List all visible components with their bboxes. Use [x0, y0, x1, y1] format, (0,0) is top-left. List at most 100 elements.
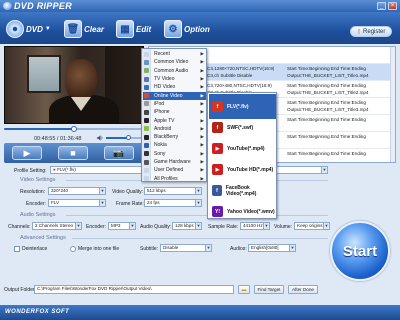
merge-radio[interactable] — [70, 246, 76, 252]
title-output-name: Output:THE_BUCKET_LIST_Title1.mp4 — [287, 73, 369, 78]
seek-handle[interactable] — [71, 126, 77, 132]
seek-bar[interactable] — [4, 126, 144, 132]
menu-item[interactable]: BlackBerry ▶ — [143, 133, 206, 141]
chevron-right-icon: ▶ — [200, 84, 204, 90]
stop-icon: ■ — [70, 148, 76, 158]
start-button[interactable]: Start — [330, 221, 390, 281]
category-icon — [144, 151, 149, 157]
volume-level — [106, 137, 128, 139]
menu-item[interactable]: iPhone ▶ — [143, 108, 206, 116]
menu-item-label: Game Hardware — [154, 159, 191, 166]
edit-button[interactable]: ▦ Edit — [116, 18, 151, 40]
deinterlace-checkbox[interactable] — [14, 246, 20, 252]
play-button[interactable]: ▶ — [12, 146, 42, 160]
format-item[interactable]: Y! Yahoo Video(*.wmv) — [209, 199, 276, 224]
chevron-down-icon: ▼ — [321, 167, 327, 173]
menu-item[interactable]: Common Audio ▶ — [143, 67, 206, 75]
frame-rate-label: Frame Rate: — [116, 201, 144, 207]
browse-folder-button[interactable]: ▬ — [238, 285, 250, 294]
output-folder-value: C:\Program Files\WonderFox DVD Ripper\Ou… — [37, 286, 152, 291]
category-icon — [144, 101, 149, 107]
category-icon — [144, 142, 149, 148]
menu-item-label: Apple TV — [154, 117, 175, 124]
menu-item[interactable]: Online Video ▶ — [143, 91, 206, 100]
snapshot-button[interactable]: 📷 — [104, 146, 134, 160]
minimize-button[interactable]: _ — [377, 2, 386, 10]
chevron-down-icon: ▼ — [99, 200, 105, 206]
frame-rate-value: 24 fps — [147, 200, 160, 205]
menu-item[interactable]: Nokia ▶ — [143, 141, 206, 149]
chevron-right-icon: ▶ — [200, 159, 204, 165]
dvd-button-label: DVD — [26, 24, 43, 34]
channels-value: 2 Channels Stereo — [35, 223, 74, 228]
audio-quality-select[interactable]: 128 kbps ▼ — [172, 222, 202, 230]
category-icon — [144, 68, 149, 74]
frame-rate-select[interactable]: 24 fps ▼ — [144, 199, 202, 207]
disc-icon — [6, 20, 24, 38]
title-time-range: Start Time:Beginning End Time:Ending — [287, 100, 366, 105]
title-time-range: Start Time:Beginning End Time:Ending — [287, 151, 366, 156]
video-quality-select[interactable]: 512 kbps ▼ — [144, 187, 202, 195]
menu-item-label: Sony — [154, 150, 166, 157]
menu-item[interactable]: User Defined ▶ — [143, 166, 206, 174]
video-preview — [4, 46, 144, 124]
format-item-label: FLV(*.flv) — [227, 103, 249, 110]
volume-select[interactable]: Keep origins ▼ — [294, 222, 330, 230]
subtitle-select[interactable]: Disable ▼ — [160, 244, 212, 252]
menu-item-label: All Profiles — [154, 175, 178, 182]
stop-button[interactable]: ■ — [58, 146, 88, 160]
volume-value: Keep origins — [297, 223, 323, 228]
flash-icon: ● — [53, 167, 56, 172]
menu-item[interactable]: TV Video ▶ — [143, 75, 206, 83]
menu-item[interactable]: All Profiles ▶ — [143, 175, 206, 183]
title-time-range: Start Time:Beginning End Time:Ending — [287, 117, 366, 122]
volume-label: Volume: — [274, 224, 293, 230]
chevron-down-icon: ▼ — [75, 223, 81, 229]
audio-quality-value: 128 kbps — [175, 223, 194, 228]
resolution-select[interactable]: 320*240 ▼ — [48, 187, 106, 195]
menu-item[interactable]: Game Hardware ▶ — [143, 158, 206, 166]
clear-button[interactable]: 🗑 Clear — [64, 18, 104, 40]
output-folder-row: Output Folder: C:\Program Files\WonderFo… — [4, 285, 400, 297]
menu-item[interactable]: Android ▶ — [143, 125, 206, 133]
chevron-down-icon: ▼ — [195, 188, 201, 194]
clear-button-label: Clear — [84, 24, 105, 34]
chevron-right-icon: ▶ — [200, 100, 204, 106]
dvd-button[interactable]: DVD ▼ — [6, 18, 51, 40]
close-button[interactable]: × — [388, 2, 397, 10]
menu-item-label: Common Video — [154, 59, 189, 66]
menu-item[interactable]: Sony ▶ — [143, 150, 206, 158]
output-folder-input[interactable]: C:\Program Files\WonderFox DVD Ripper\Ou… — [34, 285, 234, 294]
chevron-down-icon: ▼ — [195, 200, 201, 206]
menu-item[interactable]: Common Video ▶ — [143, 58, 206, 66]
after-done-button[interactable]: After Done — [288, 285, 318, 294]
audio-encoder-select[interactable]: MP3 ▼ — [108, 222, 136, 230]
title-list-scrollbar[interactable] — [390, 47, 395, 162]
menu-item[interactable]: HD Video ▶ — [143, 83, 206, 91]
merge-label: Merge into one file — [78, 246, 120, 252]
menu-item[interactable]: Recent ▶ — [143, 50, 206, 58]
volume-handle[interactable] — [125, 135, 131, 140]
encoder-select[interactable]: FLV ▼ — [48, 199, 106, 207]
format-icon: ▶ — [212, 164, 223, 175]
app-title: DVD RIPPER — [14, 1, 73, 11]
register-button[interactable]: ⚷ Register — [350, 26, 392, 37]
menu-item-label: iPhone — [154, 109, 170, 116]
volume-icon[interactable] — [97, 135, 104, 141]
film-edit-icon: ▦ — [116, 20, 134, 38]
trash-icon: 🗑 — [64, 20, 82, 38]
channels-select[interactable]: 2 Channels Stereo ▼ — [32, 222, 82, 230]
option-button[interactable]: ⚙ Option — [164, 18, 210, 40]
chevron-right-icon: ▶ — [200, 76, 204, 82]
chevron-down-icon: ▼ — [323, 223, 329, 229]
menu-item[interactable]: Apple TV ▶ — [143, 116, 206, 124]
video-settings-heading: Video Settings — [20, 177, 56, 183]
find-target-button[interactable]: Find Target — [254, 285, 284, 294]
format-item-label: SWF(*.swf) — [227, 124, 254, 131]
audios-select[interactable]: English[0x80] ▼ — [248, 244, 296, 252]
menu-item[interactable]: iPod ▶ — [143, 100, 206, 108]
category-icon — [144, 84, 149, 90]
category-icon — [144, 176, 149, 182]
format-icon: f — [212, 185, 222, 196]
audios-label: Audios: — [230, 246, 247, 252]
